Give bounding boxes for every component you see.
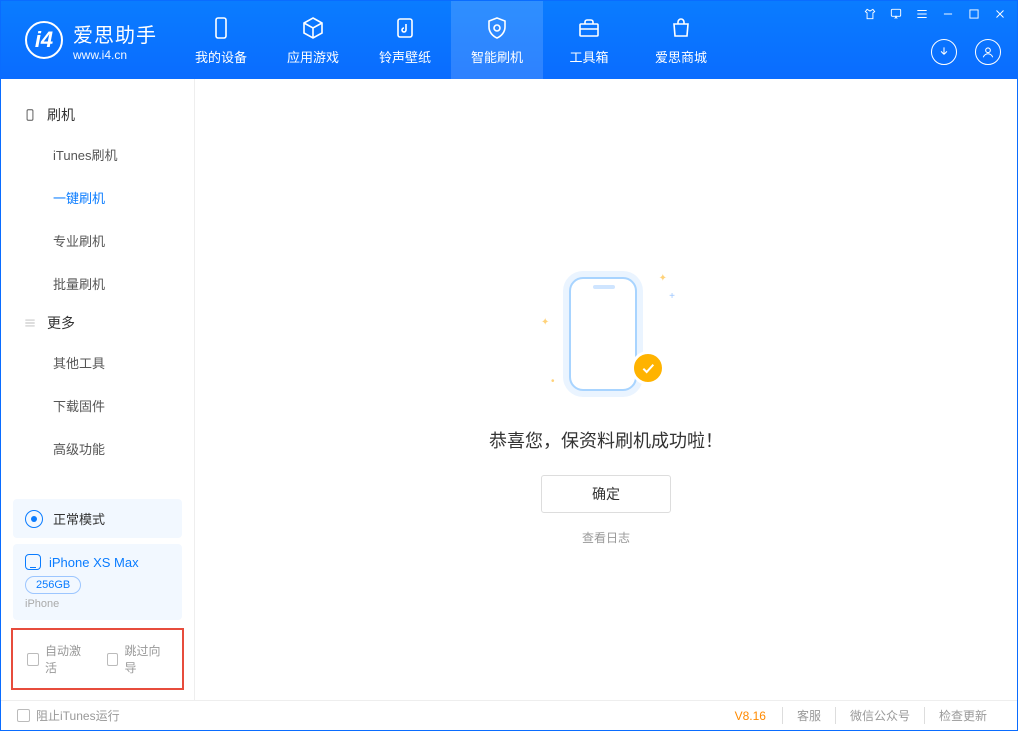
sidebar: 刷机 iTunes刷机 一键刷机 专业刷机 批量刷机 更多 其他工具 下载固件 … (1, 79, 195, 700)
sidebar-item-oneclick-flash[interactable]: 一键刷机 (1, 176, 194, 219)
shopping-bag-icon (668, 15, 694, 41)
checkbox-block-itunes[interactable]: 阻止iTunes运行 (17, 707, 120, 724)
header-right-actions (931, 39, 1001, 65)
checkbox-icon (107, 653, 119, 666)
download-button[interactable] (931, 39, 957, 65)
sidebar-section-more: 更多 (1, 305, 194, 341)
logo-icon: i4 (25, 21, 63, 59)
tab-toolbox[interactable]: 工具箱 (543, 1, 635, 79)
checkmark-badge-icon (631, 351, 665, 385)
sparkle-icon: ✦ (541, 317, 549, 328)
sidebar-section-title: 更多 (47, 313, 75, 333)
app-title: 爱思助手 (73, 19, 157, 48)
footer-link-check-update[interactable]: 检查更新 (924, 707, 1001, 724)
sidebar-item-advanced[interactable]: 高级功能 (1, 427, 194, 470)
maximize-icon[interactable] (967, 7, 981, 21)
tab-my-device[interactable]: 我的设备 (175, 1, 267, 79)
success-message: 恭喜您，保资料刷机成功啦！ (489, 427, 723, 453)
phone-icon (208, 15, 234, 41)
tab-label: 智能刷机 (471, 47, 523, 66)
footer: 阻止iTunes运行 V8.16 客服 微信公众号 检查更新 (1, 700, 1017, 730)
cube-icon (300, 15, 326, 41)
sidebar-item-batch-flash[interactable]: 批量刷机 (1, 262, 194, 305)
device-icon (23, 108, 37, 122)
main-content: ✦ • + ✦ 恭喜您，保资料刷机成功啦！ 确定 查看日志 (195, 79, 1017, 700)
sparkle-icon: + (669, 291, 675, 302)
sidebar-item-pro-flash[interactable]: 专业刷机 (1, 219, 194, 262)
success-illustration: ✦ • + ✦ (541, 269, 671, 399)
menu-icon[interactable] (915, 7, 929, 21)
device-capacity-badge: 256GB (25, 576, 81, 594)
app-subtitle: www.i4.cn (73, 48, 157, 62)
list-icon (23, 316, 37, 330)
tab-ringtones-wallpapers[interactable]: 铃声壁纸 (359, 1, 451, 79)
version-label: V8.16 (735, 709, 766, 723)
device-type: iPhone (25, 598, 170, 610)
view-log-link[interactable]: 查看日志 (582, 529, 630, 546)
app-header: i4 爱思助手 www.i4.cn 我的设备 应用游戏 铃声壁纸 智能刷机 工具… (1, 1, 1017, 79)
mode-card[interactable]: 正常模式 (13, 499, 182, 538)
sidebar-item-download-firmware[interactable]: 下载固件 (1, 384, 194, 427)
sidebar-item-other-tools[interactable]: 其他工具 (1, 341, 194, 384)
tab-apps-games[interactable]: 应用游戏 (267, 1, 359, 79)
tab-label: 铃声壁纸 (379, 47, 431, 66)
music-note-icon (392, 15, 418, 41)
tab-label: 爱思商城 (655, 47, 707, 66)
tab-store[interactable]: 爱思商城 (635, 1, 727, 79)
checkbox-label: 跳过向导 (124, 642, 168, 676)
checkbox-label: 阻止iTunes运行 (36, 707, 120, 724)
sidebar-section-flash: 刷机 (1, 97, 194, 133)
footer-link-wechat[interactable]: 微信公众号 (835, 707, 924, 724)
shirt-icon[interactable] (863, 7, 877, 21)
sparkle-icon: ✦ (659, 273, 667, 284)
user-button[interactable] (975, 39, 1001, 65)
checkbox-icon (27, 653, 39, 666)
tab-smart-flash[interactable]: 智能刷机 (451, 1, 543, 79)
feedback-icon[interactable] (889, 7, 903, 21)
toolbox-icon (576, 15, 602, 41)
minimize-icon[interactable] (941, 7, 955, 21)
checkbox-auto-activate[interactable]: 自动激活 (27, 642, 89, 676)
tab-label: 我的设备 (195, 47, 247, 66)
mode-icon (25, 510, 43, 528)
close-icon[interactable] (993, 7, 1007, 21)
checkbox-skip-wizard[interactable]: 跳过向导 (107, 642, 169, 676)
mode-label: 正常模式 (53, 509, 105, 528)
ok-button[interactable]: 确定 (541, 475, 671, 513)
footer-link-support[interactable]: 客服 (782, 707, 835, 724)
app-logo: i4 爱思助手 www.i4.cn (1, 1, 175, 79)
device-icon (25, 554, 41, 570)
device-name: iPhone XS Max (49, 555, 139, 570)
tab-label: 工具箱 (569, 47, 608, 66)
tab-label: 应用游戏 (287, 47, 339, 66)
window-controls (863, 7, 1007, 21)
flash-options-highlight: 自动激活 跳过向导 (11, 628, 184, 690)
sparkle-icon: • (551, 376, 555, 387)
sidebar-item-itunes-flash[interactable]: iTunes刷机 (1, 133, 194, 176)
sidebar-section-title: 刷机 (47, 105, 75, 125)
device-card[interactable]: iPhone XS Max 256GB iPhone (13, 544, 182, 620)
main-tabs: 我的设备 应用游戏 铃声壁纸 智能刷机 工具箱 爱思商城 (175, 1, 727, 79)
checkbox-label: 自动激活 (45, 642, 89, 676)
phone-illustration-icon (569, 277, 637, 391)
checkbox-icon (17, 709, 30, 722)
shield-refresh-icon (484, 15, 510, 41)
